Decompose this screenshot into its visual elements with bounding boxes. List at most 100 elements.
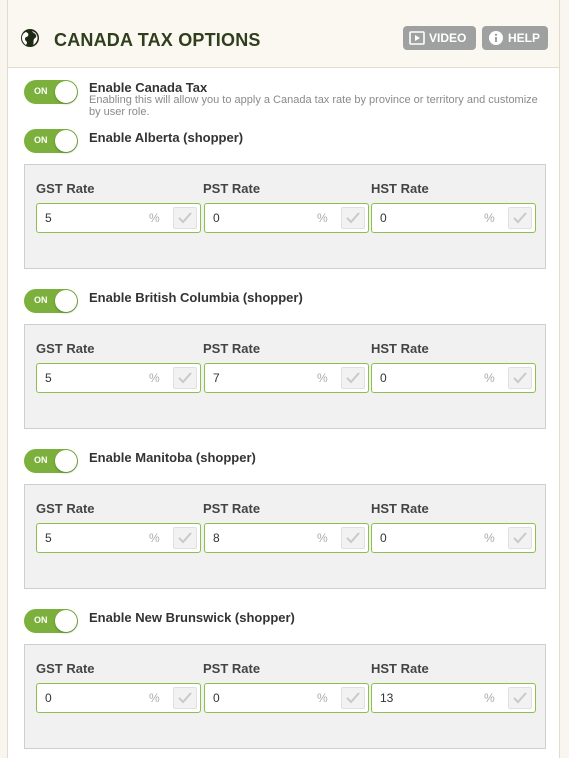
new-brunswick-hst-input[interactable]: 13 % (371, 683, 536, 713)
input-value: 13 (380, 691, 394, 705)
hst-rate-label: HST Rate (371, 661, 429, 676)
check-icon (346, 372, 360, 384)
confirm-button[interactable] (508, 527, 532, 549)
info-icon (488, 31, 503, 45)
check-icon (178, 692, 192, 704)
british-columbia-hst-input[interactable]: 0 % (371, 363, 536, 393)
enable-alberta-label: Enable Alberta (shopper) (89, 130, 244, 145)
confirm-button[interactable] (341, 527, 365, 549)
enable-british-columbia-toggle[interactable]: ON (24, 289, 78, 313)
hst-rate-label: HST Rate (371, 501, 429, 516)
input-value: 8 (213, 531, 220, 545)
percent-suffix: % (317, 531, 328, 545)
toggle-state-label: ON (34, 86, 48, 96)
british-columbia-gst-input[interactable]: 5 % (36, 363, 201, 393)
check-icon (513, 692, 527, 704)
page-title: CANADA TAX OPTIONS (54, 30, 261, 50)
confirm-button[interactable] (341, 687, 365, 709)
pst-rate-label: PST Rate (203, 181, 261, 196)
pst-rate-label: PST Rate (203, 341, 261, 356)
percent-suffix: % (317, 371, 328, 385)
pst-rate-label: PST Rate (203, 661, 261, 676)
new-brunswick-gst-input[interactable]: 0 % (36, 683, 201, 713)
input-value: 5 (45, 211, 52, 225)
enable-alberta-toggle[interactable]: ON (24, 129, 78, 153)
enable-manitoba-label: Enable Manitoba (shopper) (89, 450, 256, 465)
panel-header: CANADA TAX OPTIONS VIDEO HELP (8, 0, 559, 68)
video-button-label: VIDEO (429, 31, 467, 45)
new-brunswick-rates-box: GST Rate PST Rate HST Rate 0 % 0 % 13 % (24, 644, 546, 749)
confirm-button[interactable] (508, 687, 532, 709)
gst-rate-label: GST Rate (36, 661, 95, 676)
confirm-button[interactable] (173, 527, 197, 549)
toggle-knob (55, 450, 77, 472)
check-icon (346, 212, 360, 224)
gst-rate-label: GST Rate (36, 501, 95, 516)
percent-suffix: % (149, 691, 160, 705)
toggle-knob (55, 81, 77, 103)
confirm-button[interactable] (173, 687, 197, 709)
enable-canada-tax-toggle[interactable]: ON (24, 80, 78, 104)
british-columbia-rates-box: GST Rate PST Rate HST Rate 5 % 7 % 0 % (24, 324, 546, 429)
input-value: 5 (45, 371, 52, 385)
confirm-button[interactable] (341, 207, 365, 229)
percent-suffix: % (484, 211, 495, 225)
new-brunswick-pst-input[interactable]: 0 % (204, 683, 369, 713)
tax-options-panel: CANADA TAX OPTIONS VIDEO HELP ON Enable … (7, 0, 560, 758)
alberta-hst-input[interactable]: 0 % (371, 203, 536, 233)
manitoba-hst-input[interactable]: 0 % (371, 523, 536, 553)
input-value: 0 (45, 691, 52, 705)
enable-manitoba-toggle[interactable]: ON (24, 449, 78, 473)
percent-suffix: % (149, 211, 160, 225)
check-icon (178, 372, 192, 384)
confirm-button[interactable] (508, 207, 532, 229)
gst-rate-label: GST Rate (36, 341, 95, 356)
input-value: 0 (380, 211, 387, 225)
hst-rate-label: HST Rate (371, 341, 429, 356)
input-value: 7 (213, 371, 220, 385)
alberta-pst-input[interactable]: 0 % (204, 203, 369, 233)
check-icon (178, 212, 192, 224)
input-value: 0 (380, 531, 387, 545)
check-icon (513, 532, 527, 544)
input-value: 0 (213, 691, 220, 705)
toggle-state-label: ON (34, 135, 48, 145)
globe-icon (21, 29, 39, 47)
manitoba-gst-input[interactable]: 5 % (36, 523, 201, 553)
check-icon (178, 532, 192, 544)
toggle-knob (55, 610, 77, 632)
confirm-button[interactable] (508, 367, 532, 389)
percent-suffix: % (484, 691, 495, 705)
toggle-knob (55, 290, 77, 312)
enable-canada-tax-description: Enabling this will allow you to apply a … (89, 94, 538, 118)
confirm-button[interactable] (173, 207, 197, 229)
input-value: 0 (213, 211, 220, 225)
alberta-rates-box: GST Rate PST Rate HST Rate 5 % 0 % 0 % (24, 164, 546, 269)
hst-rate-label: HST Rate (371, 181, 429, 196)
enable-new-brunswick-toggle[interactable]: ON (24, 609, 78, 633)
alberta-gst-input[interactable]: 5 % (36, 203, 201, 233)
british-columbia-pst-input[interactable]: 7 % (204, 363, 369, 393)
check-icon (513, 212, 527, 224)
confirm-button[interactable] (341, 367, 365, 389)
video-button[interactable]: VIDEO (403, 26, 476, 50)
confirm-button[interactable] (173, 367, 197, 389)
toggle-state-label: ON (34, 615, 48, 625)
toggle-knob (55, 130, 77, 152)
percent-suffix: % (149, 371, 160, 385)
input-value: 5 (45, 531, 52, 545)
percent-suffix: % (484, 371, 495, 385)
percent-suffix: % (317, 691, 328, 705)
help-button[interactable]: HELP (482, 26, 548, 50)
enable-british-columbia-label: Enable British Columbia (shopper) (89, 290, 303, 305)
manitoba-pst-input[interactable]: 8 % (204, 523, 369, 553)
pst-rate-label: PST Rate (203, 501, 261, 516)
check-icon (513, 372, 527, 384)
help-button-label: HELP (507, 31, 540, 45)
toggle-state-label: ON (34, 295, 48, 305)
percent-suffix: % (317, 211, 328, 225)
gst-rate-label: GST Rate (36, 181, 95, 196)
video-icon (409, 31, 425, 45)
manitoba-rates-box: GST Rate PST Rate HST Rate 5 % 8 % 0 % (24, 484, 546, 589)
percent-suffix: % (149, 531, 160, 545)
